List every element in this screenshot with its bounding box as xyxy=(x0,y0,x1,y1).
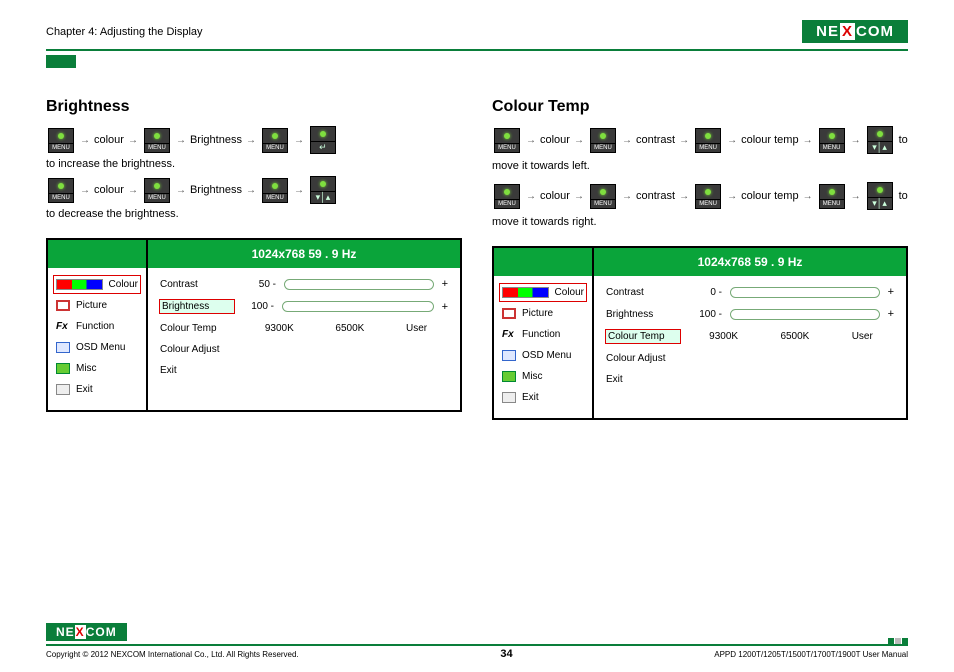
nexcom-logo: NEXCOM xyxy=(802,20,908,43)
menu-button[interactable]: MENU xyxy=(693,128,723,153)
manual-text: APPD 1200T/1205T/1500T/1700T/1900T User … xyxy=(714,650,908,659)
sidebar-item-picture[interactable]: Picture xyxy=(54,297,140,314)
menu-button[interactable]: MENU xyxy=(46,178,76,203)
sidebar-item-function[interactable]: FxFunction xyxy=(500,326,586,343)
brightness-row[interactable]: Brightness 100 - + xyxy=(160,300,448,313)
exit-row[interactable]: Exit xyxy=(160,365,448,376)
brightness-section: Brightness MENU → colour → MENU → Bright… xyxy=(46,98,462,420)
menu-button[interactable]: MENU xyxy=(588,128,618,153)
menu-button[interactable]: MENU xyxy=(260,128,290,153)
brightness-row[interactable]: Brightness 100 - + xyxy=(606,308,894,320)
sidebar-item-osdmenu[interactable]: OSD Menu xyxy=(500,347,586,364)
colourtemp-section: Colour Temp MENU → colour → MENU → contr… xyxy=(492,98,908,420)
colouradjust-row[interactable]: Colour Adjust xyxy=(606,353,894,364)
page-header: Chapter 4: Adjusting the Display NEXCOM xyxy=(46,20,908,51)
sidebar-item-colour[interactable]: Colour xyxy=(500,284,586,301)
step-row: MENU → colour → MENU → contrast → MENU →… xyxy=(492,182,908,210)
adjust-button[interactable]: ▾│▴ xyxy=(865,182,895,210)
footer-squares-icon xyxy=(888,638,908,644)
accent-box xyxy=(46,55,76,68)
colouradjust-row[interactable]: Colour Adjust xyxy=(160,344,448,355)
section-title: Brightness xyxy=(46,98,462,116)
copyright-text: Copyright © 2012 NEXCOM International Co… xyxy=(46,650,299,659)
menu-button[interactable]: MENU xyxy=(46,128,76,153)
sidebar-item-function[interactable]: FxFunction xyxy=(54,318,140,335)
step-row: MENU → colour → MENU → contrast → MENU →… xyxy=(492,126,908,154)
menu-button[interactable]: MENU xyxy=(142,128,172,153)
page-footer: NEXCOM Copyright © 2012 NEXCOM Internati… xyxy=(46,623,908,660)
menu-button[interactable]: MENU xyxy=(260,178,290,203)
sidebar-item-misc[interactable]: Misc xyxy=(500,368,586,385)
sidebar-item-exit[interactable]: Exit xyxy=(54,381,140,398)
menu-button[interactable]: MENU xyxy=(492,128,522,153)
section-title: Colour Temp xyxy=(492,98,908,116)
menu-button[interactable]: MENU xyxy=(588,184,618,209)
menu-button[interactable]: MENU xyxy=(693,184,723,209)
osd-panel-brightness: Colour Picture FxFunction OSD Menu Misc … xyxy=(46,238,462,412)
osd-resolution: 1024x768 59 . 9 Hz xyxy=(594,248,906,276)
osd-sidebar: Colour Picture FxFunction OSD Menu Misc … xyxy=(494,248,594,418)
exit-row[interactable]: Exit xyxy=(606,374,894,385)
menu-button[interactable]: MENU xyxy=(817,128,847,153)
sidebar-item-exit[interactable]: Exit xyxy=(500,389,586,406)
adjust-button[interactable]: ↵ xyxy=(308,126,338,154)
osd-panel-colourtemp: Colour Picture FxFunction OSD Menu Misc … xyxy=(492,246,908,420)
arrow-icon: → xyxy=(80,135,90,146)
menu-button[interactable]: MENU xyxy=(817,184,847,209)
sidebar-item-osdmenu[interactable]: OSD Menu xyxy=(54,339,140,356)
colourtemp-row[interactable]: Colour Temp 9300K6500KUser xyxy=(160,323,448,334)
page-number: 34 xyxy=(500,648,512,660)
contrast-row[interactable]: Contrast 0 - + xyxy=(606,286,894,298)
adjust-button[interactable]: ▾│▴ xyxy=(308,176,338,204)
adjust-button[interactable]: ▾│▴ xyxy=(865,126,895,154)
sidebar-item-colour[interactable]: Colour xyxy=(54,276,140,293)
osd-resolution: 1024x768 59 . 9 Hz xyxy=(148,240,460,268)
sidebar-item-misc[interactable]: Misc xyxy=(54,360,140,377)
chapter-title: Chapter 4: Adjusting the Display xyxy=(46,26,203,38)
footer-logo: NEXCOM xyxy=(46,623,127,641)
osd-sidebar: Colour Picture FxFunction OSD Menu Misc … xyxy=(48,240,148,410)
colourtemp-row[interactable]: Colour Temp 9300K6500KUser xyxy=(606,330,894,343)
step-row: MENU → colour → MENU → Brightness → MENU… xyxy=(46,126,462,170)
contrast-row[interactable]: Contrast 50 - + xyxy=(160,278,448,290)
menu-button[interactable]: MENU xyxy=(142,178,172,203)
sidebar-item-picture[interactable]: Picture xyxy=(500,305,586,322)
step-row: MENU → colour → MENU → Brightness → MENU… xyxy=(46,176,462,220)
menu-button[interactable]: MENU xyxy=(492,184,522,209)
